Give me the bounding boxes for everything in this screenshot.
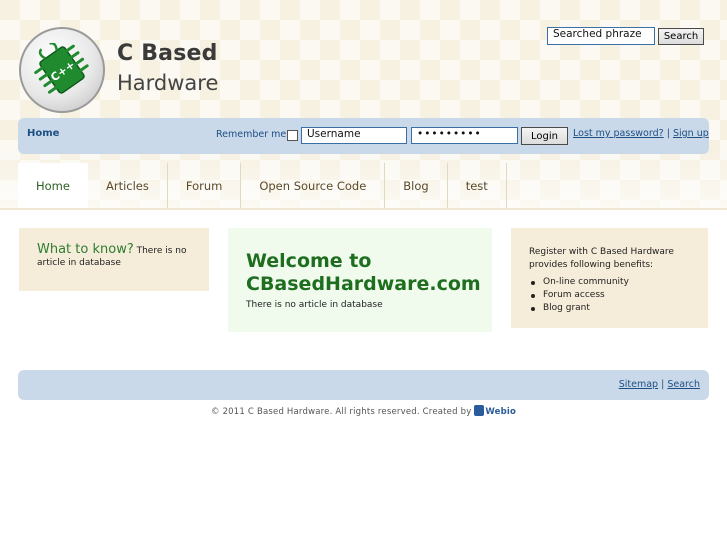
welcome-body: There is no article in database xyxy=(246,300,383,310)
list-item: Forum access xyxy=(529,289,690,302)
footer-links: Sitemap | Search xyxy=(619,379,700,390)
username-field[interactable]: Username xyxy=(301,127,407,144)
remember-me-checkbox[interactable] xyxy=(287,130,298,141)
password-value: ••••••••• xyxy=(417,128,482,140)
welcome-heading-line1: Welcome to xyxy=(246,250,372,272)
password-field[interactable]: ••••••••• xyxy=(411,127,518,144)
footer-separator: | xyxy=(661,379,665,390)
link-separator: | xyxy=(666,128,670,139)
tab-test[interactable]: test xyxy=(448,163,507,209)
account-links: Lost my password? | Sign up xyxy=(573,128,709,139)
tab-home[interactable]: Home xyxy=(18,163,88,209)
tab-open-source-code[interactable]: Open Source Code xyxy=(241,163,386,209)
main-nav: Home Articles Forum Open Source Code Blo… xyxy=(18,163,507,209)
footer-search-link[interactable]: Search xyxy=(667,379,700,390)
tab-blog[interactable]: Blog xyxy=(385,163,448,209)
copyright: © 2011 C Based Hardware. All rights rese… xyxy=(0,405,727,417)
chip-bug-icon: C++ xyxy=(34,43,89,94)
search-button[interactable]: Search xyxy=(658,28,704,45)
webio-logo-icon xyxy=(474,405,485,416)
what-to-know-heading: What to know? xyxy=(37,242,134,257)
lost-password-link[interactable]: Lost my password? xyxy=(573,128,664,139)
list-item: Blog grant xyxy=(529,302,690,315)
site-logo[interactable]: C++ C Based Hardware xyxy=(19,27,229,113)
creator-link[interactable]: Webio xyxy=(485,407,516,417)
copyright-text: © 2011 C Based Hardware. All rights rese… xyxy=(210,407,475,417)
remember-me-label: Remember me xyxy=(216,129,287,140)
sitemap-link[interactable]: Sitemap xyxy=(619,379,658,390)
tab-forum[interactable]: Forum xyxy=(168,163,242,209)
search-input-value: Searched phraze xyxy=(553,28,642,40)
username-value: Username xyxy=(307,128,361,140)
login-button[interactable]: Login xyxy=(521,127,568,145)
search-input[interactable]: Searched phraze xyxy=(547,27,655,45)
brand-name-line2: Hardware xyxy=(117,71,219,95)
tab-articles[interactable]: Articles xyxy=(88,163,168,209)
nav-divider xyxy=(0,208,727,210)
what-to-know-box: What to know? There is no article in dat… xyxy=(19,228,209,291)
brand-name-line1: C Based xyxy=(117,41,218,66)
benefits-intro: Register with C Based Hardware provides … xyxy=(529,247,674,270)
register-benefits-box: Register with C Based Hardware provides … xyxy=(511,228,708,328)
footer-bar xyxy=(18,370,709,400)
welcome-heading-line2: CBasedHardware.com xyxy=(246,273,481,295)
sign-up-link[interactable]: Sign up xyxy=(673,128,709,139)
list-item: On-line community xyxy=(529,276,690,289)
benefits-list: On-line community Forum access Blog gran… xyxy=(529,276,690,315)
welcome-box: Welcome to CBasedHardware.com There is n… xyxy=(228,228,492,332)
breadcrumb-home[interactable]: Home xyxy=(27,128,59,139)
